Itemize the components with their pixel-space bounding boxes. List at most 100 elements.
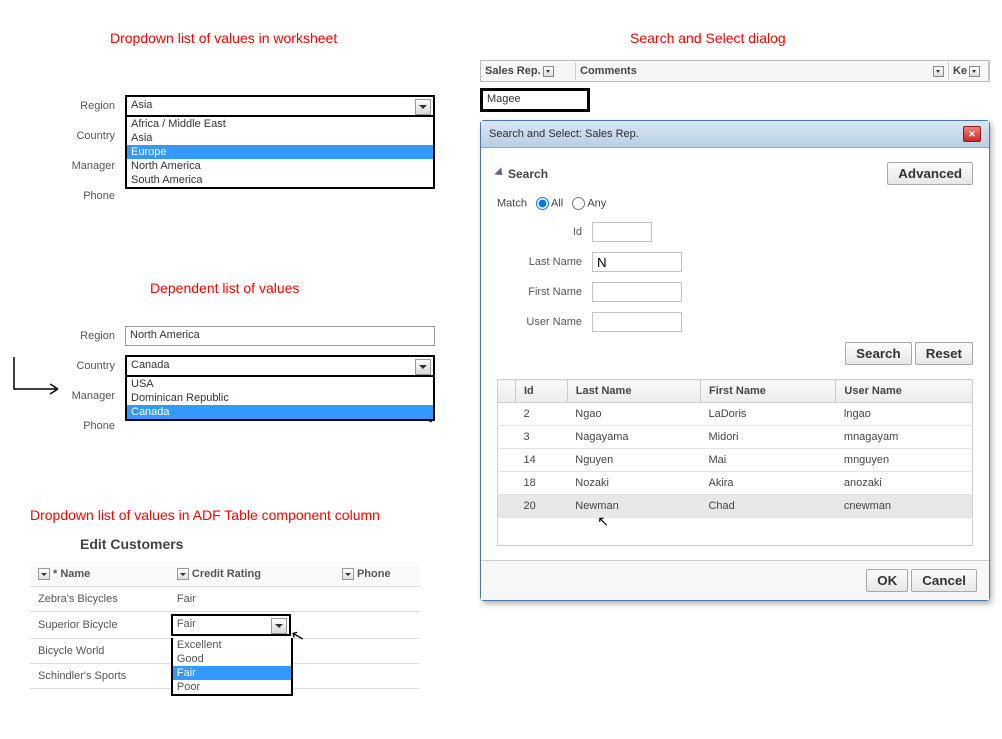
region-value: Asia: [131, 99, 152, 111]
table-row[interactable]: Zebra's Bicycles Fair: [30, 587, 420, 612]
dropdown-option[interactable]: USA: [127, 377, 433, 391]
firstname-label: First Name: [497, 286, 592, 298]
section3-title: Dropdown list of values in ADF Table com…: [30, 507, 380, 523]
col-name[interactable]: * Name: [30, 562, 169, 587]
manager-label: Manager: [60, 160, 125, 172]
worksheet-column-headers: Sales Rep. Comments Ke: [480, 60, 990, 82]
country-label: Country: [60, 130, 125, 142]
dropdown-option[interactable]: Excellent: [173, 638, 291, 652]
disclosure-icon[interactable]: [494, 167, 505, 178]
region-label: Region: [60, 100, 125, 112]
match-any-radio[interactable]: [572, 197, 585, 210]
dependency-arrow-icon: [10, 355, 68, 400]
column-menu-icon[interactable]: [933, 66, 944, 77]
edit-customers-title: Edit Customers: [80, 536, 420, 552]
salesrep-input[interactable]: Magee: [480, 88, 590, 112]
region-dropdown[interactable]: Asia: [125, 95, 435, 117]
dialog-footer: OK Cancel: [481, 560, 989, 600]
column-menu-icon[interactable]: [543, 66, 554, 77]
th-id[interactable]: Id: [516, 380, 568, 403]
cell-name: Schindler's Sports: [30, 664, 169, 689]
section1-title: Dropdown list of values in worksheet: [110, 30, 337, 46]
country-value: Canada: [131, 359, 170, 371]
results-row[interactable]: 3NagayamaMidorimnagayam: [498, 426, 973, 449]
section4-title: Search and Select dialog: [630, 30, 786, 46]
region-label: Region: [60, 330, 125, 342]
th-username[interactable]: User Name: [836, 380, 973, 403]
col-salesrep[interactable]: Sales Rep.: [481, 62, 576, 80]
country-dropdown[interactable]: Canada: [125, 355, 435, 377]
column-menu-icon[interactable]: [969, 66, 980, 77]
results-row[interactable]: 2NgaoLaDorislngao: [498, 403, 973, 426]
search-select-dialog: Search and Select: Sales Rep. ✕ Search A…: [480, 120, 990, 601]
match-label: Match: [497, 197, 527, 209]
match-all-radio[interactable]: [536, 197, 549, 210]
match-row: Match All Any: [497, 197, 973, 210]
dropdown-option[interactable]: South America: [127, 173, 433, 187]
col-comments[interactable]: Comments: [576, 62, 949, 80]
country-label: Country: [60, 360, 125, 372]
search-select-panel: Sales Rep. Comments Ke Magee Search and …: [480, 60, 990, 601]
customers-table: * Name Credit Rating Phone Zebra's Bicyc…: [30, 562, 420, 689]
dropdown-option[interactable]: Fair: [173, 666, 291, 680]
cell-name: Superior Bicycle: [30, 612, 169, 639]
rating-value: Fair: [177, 618, 196, 630]
dropdown-option[interactable]: Asia: [127, 131, 433, 145]
lastname-label: Last Name: [497, 256, 592, 268]
column-menu-icon[interactable]: [177, 568, 189, 580]
column-menu-icon[interactable]: [38, 568, 50, 580]
country-dropdown-list[interactable]: USA Dominican Republic Canada: [125, 377, 435, 421]
results-row[interactable]: 18NozakiAkiraanozaki: [498, 472, 973, 495]
advanced-button[interactable]: Advanced: [887, 162, 973, 185]
col-rating[interactable]: Credit Rating: [169, 562, 334, 587]
region-field[interactable]: North America: [125, 326, 435, 346]
col-phone[interactable]: Phone: [334, 562, 420, 587]
cell-name: Zebra's Bicycles: [30, 587, 169, 612]
phone-label: Phone: [60, 190, 125, 202]
username-input[interactable]: [592, 312, 682, 332]
dropdown-toggle-icon[interactable]: [415, 99, 431, 115]
cell-rating: Fair: [169, 587, 334, 612]
table-row[interactable]: Superior Bicycle Fair Excellent Good Fai…: [30, 612, 420, 639]
reset-button[interactable]: Reset: [915, 342, 973, 365]
search-button[interactable]: Search: [845, 342, 911, 365]
cursor-icon: ↖: [597, 513, 609, 530]
phone-label: Phone: [60, 420, 125, 432]
dropdown-option[interactable]: Europe: [127, 145, 433, 159]
section-dependent-lov: Region North America Country Canada USA …: [60, 325, 460, 445]
th-firstname[interactable]: First Name: [700, 380, 835, 403]
dropdown-option[interactable]: Good: [173, 652, 291, 666]
dialog-titlebar[interactable]: Search and Select: Sales Rep. ✕: [481, 121, 989, 148]
firstname-input[interactable]: [592, 282, 682, 302]
cell-name: Bicycle World: [30, 639, 169, 664]
dropdown-toggle-icon[interactable]: [271, 618, 287, 634]
rating-dropdown[interactable]: Fair Excellent Good Fair Poor: [171, 614, 291, 636]
section-table-dropdown: Edit Customers * Name Credit Rating Phon…: [30, 530, 420, 689]
lastname-input[interactable]: [592, 252, 682, 272]
section2-title: Dependent list of values: [150, 280, 299, 296]
dropdown-option[interactable]: Africa / Middle East: [127, 117, 433, 131]
match-all-label: All: [551, 197, 563, 209]
username-label: User Name: [497, 316, 592, 328]
th-lastname[interactable]: Last Name: [567, 380, 700, 403]
id-input[interactable]: [592, 222, 652, 242]
close-icon[interactable]: ✕: [963, 126, 981, 142]
dropdown-option[interactable]: Poor: [173, 680, 291, 694]
results-row[interactable]: 20Newman↖Chadcnewman: [498, 495, 973, 518]
manager-label: Manager: [60, 390, 125, 402]
search-heading: Search: [508, 167, 548, 181]
col-ke[interactable]: Ke: [949, 62, 989, 80]
region-dropdown-list[interactable]: Africa / Middle East Asia Europe North A…: [125, 117, 435, 189]
match-any-label: Any: [587, 197, 606, 209]
dialog-title-text: Search and Select: Sales Rep.: [489, 128, 639, 140]
dropdown-option[interactable]: North America: [127, 159, 433, 173]
cancel-button[interactable]: Cancel: [911, 569, 977, 592]
dropdown-option[interactable]: Canada: [127, 405, 433, 419]
results-table: Id Last Name First Name User Name 2NgaoL…: [497, 379, 973, 546]
dropdown-toggle-icon[interactable]: [415, 359, 431, 375]
column-menu-icon[interactable]: [342, 568, 354, 580]
rating-dropdown-list[interactable]: Excellent Good Fair Poor: [171, 638, 293, 696]
dropdown-option[interactable]: Dominican Republic: [127, 391, 433, 405]
ok-button[interactable]: OK: [866, 569, 908, 592]
results-row[interactable]: 14NguyenMaimnguyen: [498, 449, 973, 472]
